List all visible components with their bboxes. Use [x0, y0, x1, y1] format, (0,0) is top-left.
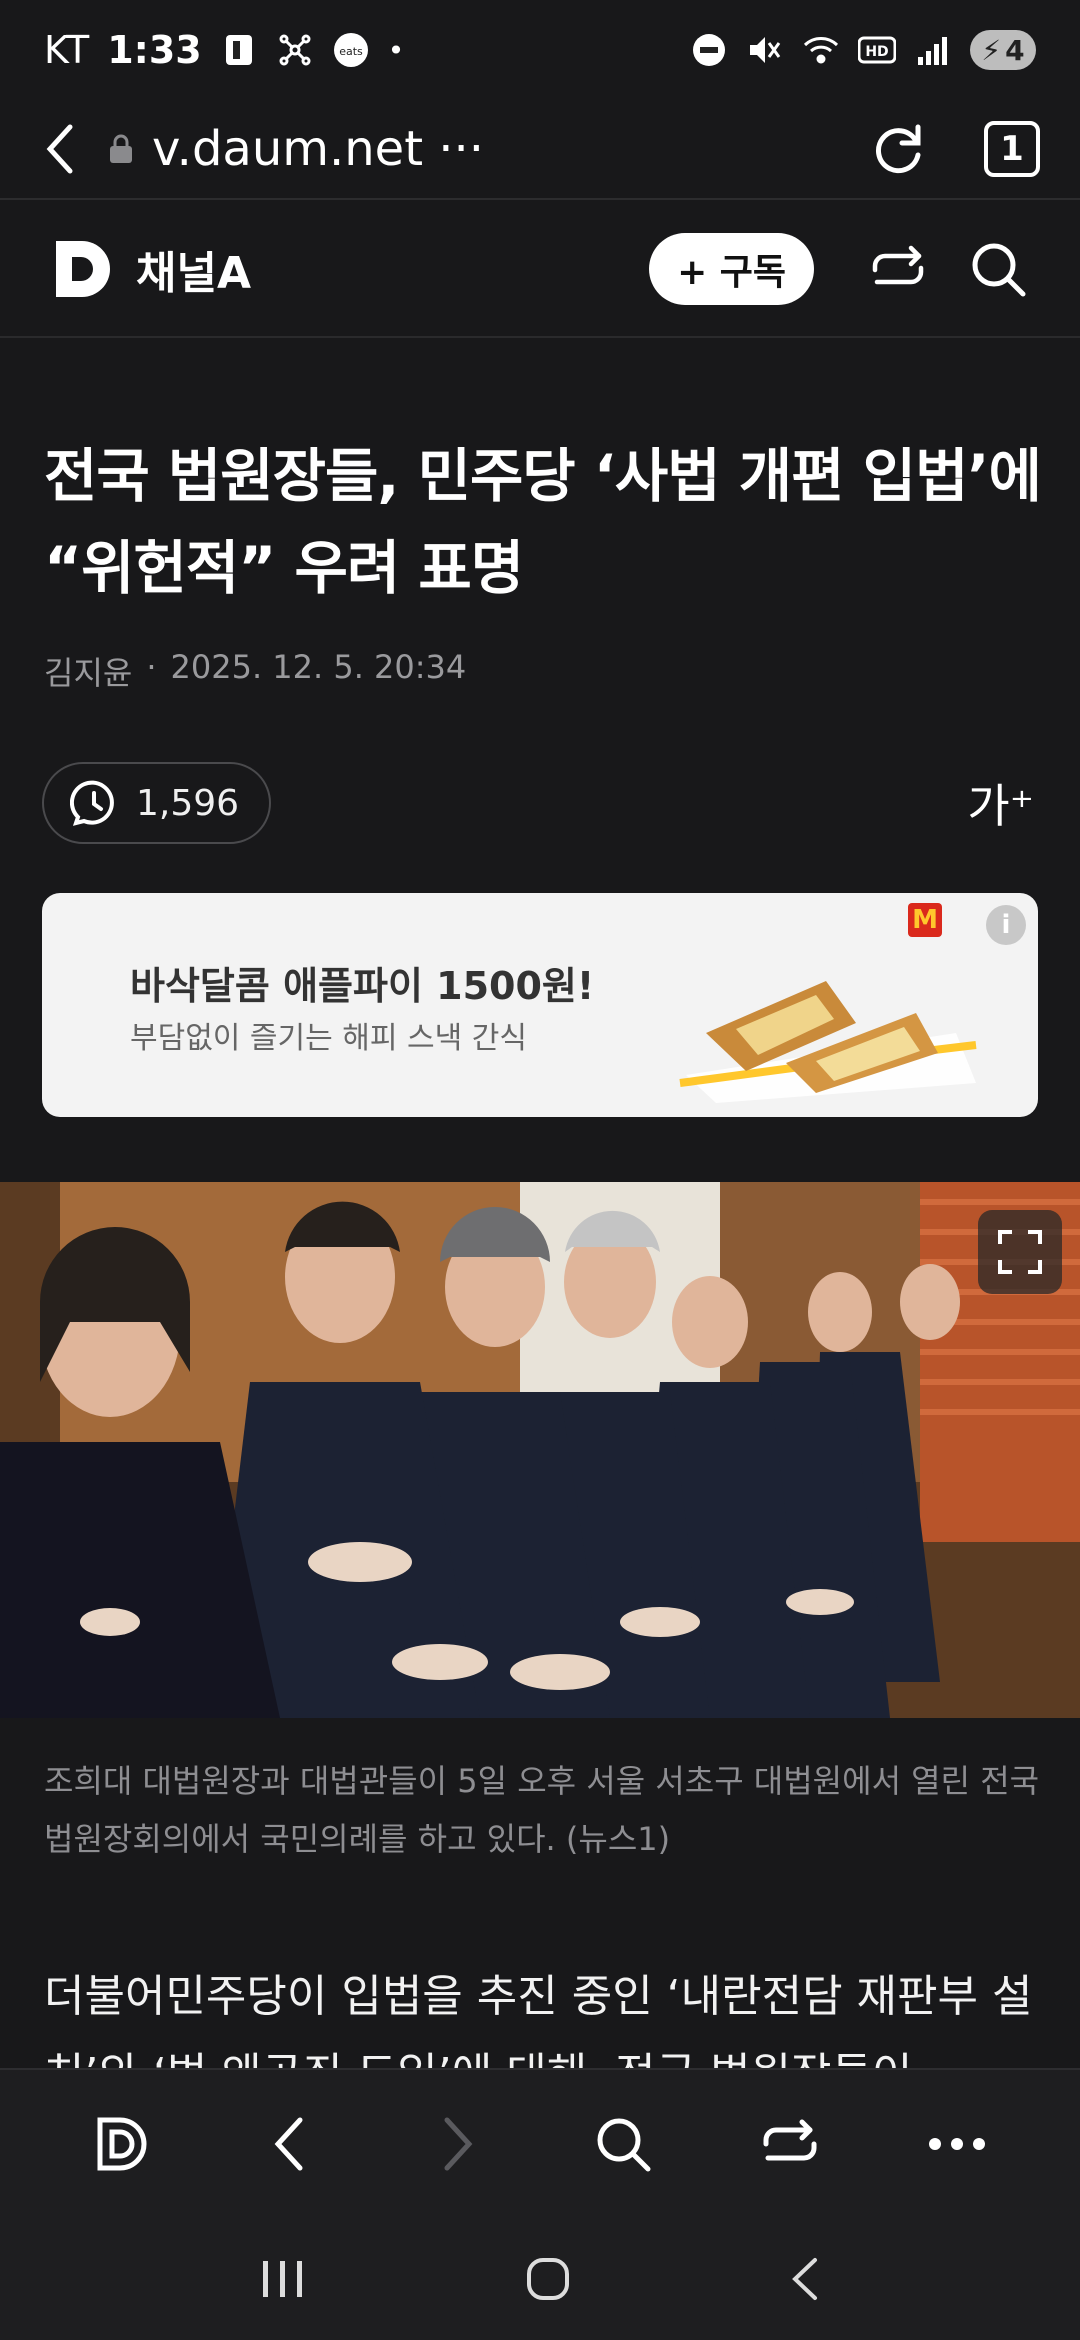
chevron-left-icon [274, 2117, 303, 2171]
advertisement-banner[interactable]: 바삭달콤 애플파이 1500원! 부담없이 즐기는 해피 스낵 간식 M i [42, 893, 1038, 1117]
more-dots-icon [928, 2138, 985, 2150]
browser-url-bar: v.daum.net ··· 1 [0, 100, 1080, 200]
article-title: 전국 법원장들, 민주당 ‘사법 개편 입법’에 “위헌적” 우려 표명 [44, 442, 1042, 602]
site-header: 채널A + 구독 [0, 202, 1080, 338]
reload-icon[interactable] [870, 121, 926, 177]
ad-headline: 바삭달콤 애플파이 1500원! [130, 964, 595, 1008]
system-back-button[interactable] [789, 2256, 821, 2302]
coupang-eats-icon: eats [332, 31, 370, 69]
ad-info-icon[interactable]: i [986, 905, 1026, 945]
chevron-right-icon [444, 2117, 473, 2171]
mute-icon [746, 31, 784, 69]
daum-d-icon [97, 2117, 147, 2171]
recents-icon [263, 2261, 302, 2297]
bottom-search-button[interactable] [583, 2104, 663, 2184]
battery-bolt-icon: ⚡ [981, 33, 1002, 67]
svg-text:HD: HD [865, 44, 888, 60]
fullscreen-icon [998, 1230, 1042, 1274]
daum-home-button[interactable] [83, 2104, 163, 2184]
author-name[interactable]: 김지윤 [44, 648, 132, 694]
back-arrow-icon[interactable] [40, 121, 80, 177]
ad-subline: 부담없이 즐기는 해피 스낵 간식 [130, 1021, 527, 1056]
subscribe-button[interactable]: + 구독 [649, 233, 814, 305]
clock: 1:33 [107, 28, 202, 72]
byline-separator: · [146, 648, 157, 686]
status-bar: KT 1:33 eats • HD ⚡ 4 [0, 0, 1080, 100]
photo-caption: 조희대 대법원장과 대법관들이 5일 오후 서울 서초구 대법원에서 열린 전국… [44, 1762, 1040, 1858]
svg-text:eats: eats [339, 45, 363, 58]
apple-pie-image [679, 981, 977, 1103]
article-photo[interactable] [0, 1182, 1080, 1718]
home-button[interactable] [525, 2256, 571, 2302]
daum-logo-icon[interactable] [52, 237, 116, 301]
system-back-icon [792, 2258, 817, 2300]
search-icon [597, 2118, 651, 2172]
carrier-label: KT [44, 28, 90, 72]
system-navigation-bar [0, 2218, 1080, 2340]
signal-icon [914, 31, 952, 69]
publish-date: 2025. 12. 5. 20:34 [170, 648, 467, 686]
forward-button[interactable] [417, 2104, 497, 2184]
battery-indicator: ⚡ 4 [970, 30, 1036, 70]
recent-apps-button[interactable] [259, 2259, 307, 2299]
share-icon [763, 2119, 817, 2161]
wifi-icon [802, 31, 840, 69]
mcdonalds-logo-icon: M [908, 903, 942, 937]
back-button[interactable] [250, 2104, 330, 2184]
view-count: 1,596 [136, 782, 240, 824]
ceremony-photo [0, 1182, 1080, 1718]
tab-count: 1 [1000, 129, 1024, 169]
lock-icon [108, 133, 134, 165]
do-not-disturb-icon [690, 31, 728, 69]
share-icon[interactable] [868, 239, 928, 299]
bottom-navigation [0, 2068, 1080, 2218]
network-notification-icon [276, 31, 314, 69]
clock-icon [70, 780, 114, 826]
view-count-badge: 1,596 [42, 762, 272, 844]
font-size-button[interactable]: 가⁺ [967, 770, 1034, 836]
expand-photo-button[interactable] [978, 1210, 1062, 1294]
channel-name[interactable]: 채널A [136, 237, 251, 301]
search-icon[interactable] [968, 239, 1028, 299]
more-options-button[interactable] [917, 2104, 997, 2184]
tab-switcher-button[interactable]: 1 [984, 121, 1040, 177]
url-text: v.daum.net ··· [152, 121, 485, 177]
home-icon [527, 2258, 569, 2300]
battery-level: 4 [1005, 33, 1025, 67]
app-notification-icon [220, 31, 258, 69]
bottom-share-button[interactable] [750, 2104, 830, 2184]
address-field[interactable]: v.daum.net ··· [108, 121, 484, 177]
more-notifications-dot-icon: • [387, 33, 405, 67]
hd-voice-icon: HD [858, 31, 896, 69]
article-byline: 김지윤 · 2025. 12. 5. 20:34 [44, 648, 466, 694]
